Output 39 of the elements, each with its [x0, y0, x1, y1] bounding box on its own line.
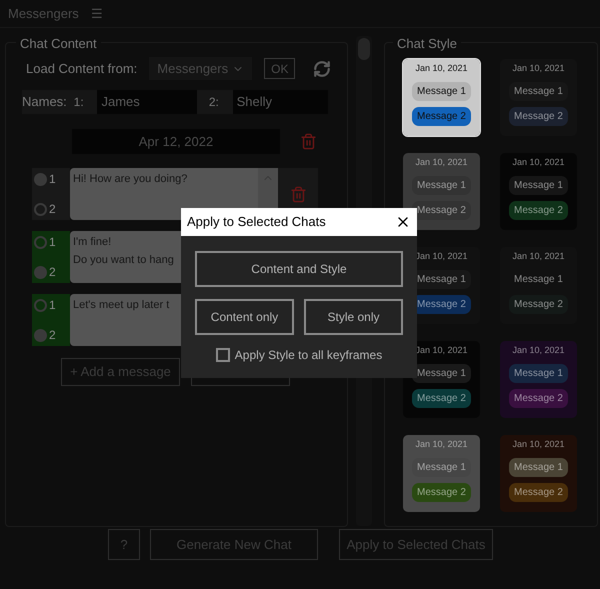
- panel-title: Messengers: [8, 4, 79, 23]
- message-bubble: Message 2: [412, 200, 471, 220]
- card-date: Jan 10, 2021: [415, 250, 468, 263]
- card-date: Jan 10, 2021: [512, 62, 565, 75]
- card-date: Jan 10, 2021: [415, 344, 468, 357]
- message-bubble: Message 2: [509, 294, 568, 314]
- sender-number: 2: [49, 264, 56, 281]
- message-bubble: Message 1: [509, 458, 568, 476]
- name-index: 1:: [74, 94, 85, 111]
- card-date: Jan 10, 2021: [415, 62, 468, 75]
- sender-number: 1: [49, 297, 56, 314]
- message-bubble: Message 1: [412, 176, 471, 194]
- message-bubble: Message 1: [412, 82, 471, 100]
- message-bubble: Message 1: [412, 364, 471, 382]
- sender-number: 1: [49, 171, 56, 188]
- message-bubble: Message 2: [412, 106, 471, 126]
- card-date: Jan 10, 2021: [512, 438, 565, 451]
- message-bubble: Message 1: [509, 82, 568, 100]
- message-bubble: Message 2: [509, 388, 568, 408]
- name-index: 2:: [208, 94, 220, 111]
- card-date: Jan 10, 2021: [512, 344, 565, 357]
- sender-number: 2: [49, 201, 56, 218]
- message-bubble: Message 2: [509, 200, 568, 220]
- load-label: Load Content from:: [26, 60, 138, 78]
- card-date: Jan 10, 2021: [415, 438, 468, 451]
- message-bubble: Message 1: [412, 458, 471, 476]
- message-bubble: Message 2: [509, 106, 568, 126]
- message-bubble: Message 2: [509, 482, 568, 502]
- message-bubble: Message 2: [412, 388, 471, 408]
- card-date: Jan 10, 2021: [512, 156, 565, 169]
- message-bubble: Message 2: [412, 482, 471, 502]
- message-bubble: Message 1: [509, 176, 568, 194]
- message-bubble: Message 1: [509, 364, 568, 382]
- card-date: Jan 10, 2021: [415, 156, 468, 169]
- checkbox-label: Apply Style to all keyframes: [234, 347, 382, 364]
- sender-number: 2: [49, 327, 56, 344]
- card-date: Jan 10, 2021: [512, 250, 565, 263]
- sender-number: 1: [49, 234, 56, 251]
- names-label: Names:: [22, 93, 68, 112]
